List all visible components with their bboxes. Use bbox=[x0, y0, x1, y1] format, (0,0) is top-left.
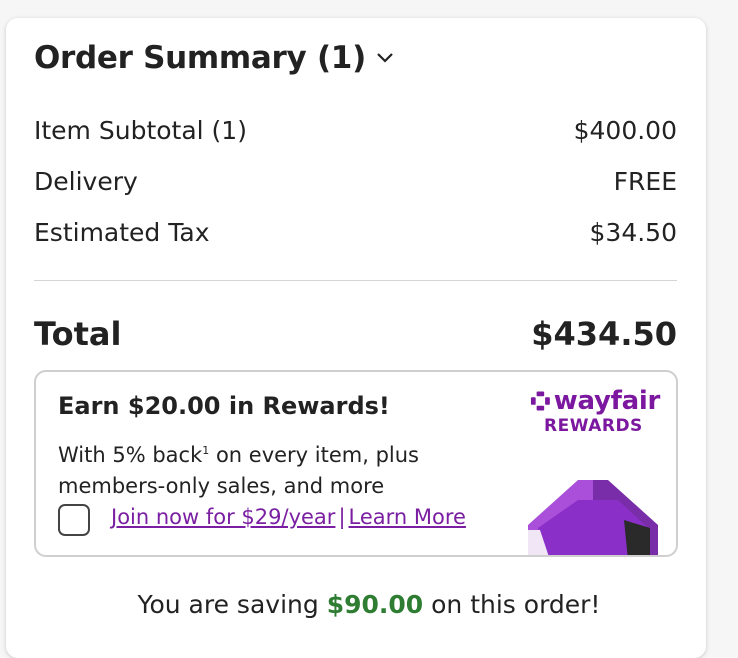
rewards-description: With 5% back1 on every item, plus member… bbox=[58, 435, 478, 502]
wayfair-rewards-logo: wayfair REWARDS bbox=[530, 386, 660, 436]
logo-subtitle: REWARDS bbox=[544, 416, 643, 436]
join-now-link[interactable]: Join now for $29/year bbox=[111, 505, 335, 529]
savings-prefix: You are saving bbox=[137, 590, 327, 619]
rewards-desc-part1: With 5% back bbox=[58, 443, 203, 467]
subtotal-row: Item Subtotal (1) $400.00 bbox=[34, 116, 677, 145]
subtotal-value: $400.00 bbox=[573, 116, 677, 145]
link-separator: | bbox=[338, 505, 346, 529]
order-summary-card: Order Summary (1) Item Subtotal (1) $400… bbox=[6, 18, 706, 658]
rewards-title: Earn $20.00 in Rewards! bbox=[58, 392, 390, 420]
order-summary-title: Order Summary (1) bbox=[34, 40, 366, 76]
divider bbox=[34, 280, 677, 281]
total-value: $434.50 bbox=[531, 315, 677, 353]
wayfair-logo-icon bbox=[530, 391, 550, 411]
delivery-value: FREE bbox=[613, 167, 677, 196]
rewards-links: Join now for $29/year | Learn More bbox=[111, 505, 466, 529]
rewards-promo: Earn $20.00 in Rewards! With 5% back1 on… bbox=[34, 370, 678, 557]
savings-message: You are saving $90.00 on this order! bbox=[0, 590, 738, 619]
tax-row: Estimated Tax $34.50 bbox=[34, 218, 677, 247]
subtotal-label: Item Subtotal (1) bbox=[34, 116, 247, 145]
learn-more-link[interactable]: Learn More bbox=[349, 505, 466, 529]
rewards-gem-icon bbox=[528, 480, 658, 555]
tax-label: Estimated Tax bbox=[34, 218, 210, 247]
logo-wordmark: wayfair bbox=[553, 386, 661, 416]
order-summary-toggle[interactable]: Order Summary (1) bbox=[34, 40, 394, 76]
savings-suffix: on this order! bbox=[423, 590, 601, 619]
delivery-row: Delivery FREE bbox=[34, 167, 677, 196]
savings-amount: $90.00 bbox=[326, 590, 424, 619]
total-row: Total $434.50 bbox=[34, 315, 677, 353]
total-label: Total bbox=[34, 315, 122, 353]
join-rewards-checkbox[interactable] bbox=[58, 504, 90, 536]
delivery-label: Delivery bbox=[34, 167, 138, 196]
chevron-down-icon bbox=[377, 53, 393, 63]
tax-value: $34.50 bbox=[589, 218, 677, 247]
